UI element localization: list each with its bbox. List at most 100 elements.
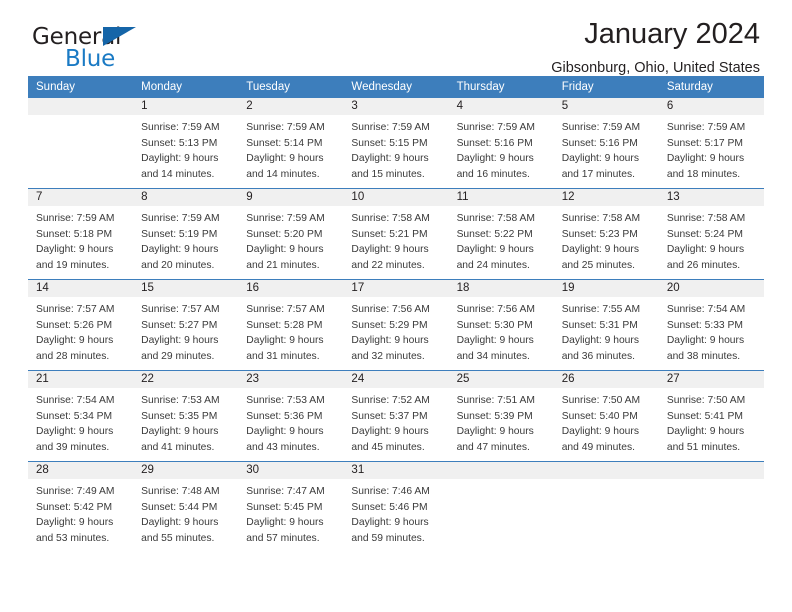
day-number: 11 — [448, 189, 554, 206]
sunrise-text: Sunrise: 7:47 AM — [246, 486, 325, 497]
title-block: January 2024 Gibsonburg, Ohio, United St… — [551, 18, 760, 77]
day-number: 2 — [238, 98, 344, 115]
day-number: 14 — [28, 280, 134, 297]
day-cell[interactable]: 28 Sunrise: 7:49 AM Sunset: 5:42 PM Dayligh… — [28, 461, 134, 552]
day-number: 24 — [343, 371, 449, 388]
day-cell[interactable]: 5 Sunrise: 7:59 AM Sunset: 5:16 PM Daylight… — [553, 98, 659, 189]
daylight-text-line2: and 59 minutes. — [351, 532, 425, 544]
daylight-text-line2: and 14 minutes. — [141, 168, 215, 180]
day-details: Sunrise: 7:55 AM Sunset: 5:31 PM Daylight:… — [554, 297, 659, 365]
day-details: Sunrise: 7:58 AM Sunset: 5:22 PM Daylight:… — [449, 206, 554, 274]
daylight-text-line2: and 24 minutes. — [456, 259, 530, 271]
day-cell[interactable]: 13 Sunrise: 7:58 AM Sunset: 5:24 PM Dayligh… — [658, 188, 764, 280]
day-number: 19 — [553, 280, 659, 297]
daylight-text-line2: and 32 minutes. — [351, 350, 425, 362]
day-number: 16 — [238, 280, 344, 297]
generalblue-logo[interactable]: General Blue — [32, 26, 262, 78]
daylight-text-line1: Daylight: 9 hours — [456, 244, 534, 256]
day-cell[interactable]: 31 Sunrise: 7:46 AM Sunset: 5:46 PM Dayligh… — [343, 461, 449, 552]
day-number: 10 — [343, 189, 449, 206]
day-cell[interactable]: 29 Sunrise: 7:48 AM Sunset: 5:44 PM Dayligh… — [133, 461, 239, 552]
day-cell[interactable]: 3 Sunrise: 7:59 AM Sunset: 5:15 PM Daylight… — [343, 98, 449, 189]
day-cell[interactable]: 20 Sunrise: 7:54 AM Sunset: 5:33 PM Dayligh… — [658, 279, 764, 371]
day-number: 21 — [28, 371, 134, 388]
sunset-text: Sunset: 5:16 PM — [561, 137, 638, 149]
day-cell[interactable]: 26 Sunrise: 7:50 AM Sunset: 5:40 PM Dayligh… — [553, 370, 659, 462]
day-cell[interactable]: 24 Sunrise: 7:52 AM Sunset: 5:37 PM Dayligh… — [343, 370, 449, 462]
daylight-text-line1: Daylight: 9 hours — [246, 153, 324, 165]
sunset-text: Sunset: 5:35 PM — [141, 410, 218, 422]
day-cell[interactable]: 9 Sunrise: 7:59 AM Sunset: 5:20 PM Daylight… — [238, 188, 344, 280]
day-cell[interactable]: 10 Sunrise: 7:58 AM Sunset: 5:21 PM Dayligh… — [343, 188, 449, 280]
day-details: Sunrise: 7:57 AM Sunset: 5:26 PM Daylight:… — [28, 297, 133, 365]
sunrise-text: Sunrise: 7:59 AM — [456, 122, 535, 133]
weekday-header-tuesday: Tuesday — [238, 76, 344, 98]
daylight-text-line1: Daylight: 9 hours — [36, 244, 114, 256]
daylight-text-line2: and 38 minutes. — [666, 350, 741, 362]
daylight-text-line1: Daylight: 9 hours — [456, 153, 534, 165]
weekday-header-wednesday: Wednesday — [343, 76, 449, 98]
daylight-text-line1: Daylight: 9 hours — [666, 244, 745, 256]
day-cell[interactable]: 1 Sunrise: 7:59 AM Sunset: 5:13 PM Daylight… — [133, 98, 239, 189]
day-cell[interactable]: 17 Sunrise: 7:56 AM Sunset: 5:29 PM Dayligh… — [343, 279, 449, 371]
daylight-text-line2: and 53 minutes. — [36, 532, 110, 544]
day-number: 15 — [133, 280, 239, 297]
sunset-text: Sunset: 5:42 PM — [36, 501, 113, 513]
day-cell[interactable]: 16 Sunrise: 7:57 AM Sunset: 5:28 PM Dayligh… — [238, 279, 344, 371]
sunrise-text: Sunrise: 7:59 AM — [141, 213, 220, 224]
day-details: Sunrise: 7:56 AM Sunset: 5:30 PM Daylight:… — [449, 297, 554, 365]
calendar-week-row: 7 Sunrise: 7:59 AM Sunset: 5:18 PM Daylight… — [28, 188, 764, 280]
day-cell[interactable]: 7 Sunrise: 7:59 AM Sunset: 5:18 PM Daylight… — [28, 188, 134, 280]
weekday-header-friday: Friday — [553, 76, 659, 98]
day-cell[interactable]: 6 Sunrise: 7:59 AM Sunset: 5:17 PM Daylight… — [658, 98, 764, 189]
day-details: Sunrise: 7:51 AM Sunset: 5:39 PM Daylight:… — [449, 388, 554, 456]
daylight-text-line2: and 36 minutes. — [561, 350, 635, 362]
day-number: 20 — [658, 280, 764, 297]
sunrise-text: Sunrise: 7:50 AM — [666, 395, 746, 406]
daylight-text-line1: Daylight: 9 hours — [351, 335, 429, 347]
day-cell[interactable]: 4 Sunrise: 7:59 AM Sunset: 5:16 PM Daylight… — [448, 98, 554, 189]
sunset-text: Sunset: 5:23 PM — [561, 228, 638, 240]
sunrise-text: Sunrise: 7:59 AM — [561, 122, 641, 133]
day-number: 1 — [133, 98, 239, 115]
day-details: Sunrise: 7:59 AM Sunset: 5:13 PM Daylight:… — [133, 115, 238, 183]
day-cell[interactable]: 12 Sunrise: 7:58 AM Sunset: 5:23 PM Dayligh… — [553, 188, 659, 280]
day-cell[interactable]: 2 Sunrise: 7:59 AM Sunset: 5:14 PM Daylight… — [238, 98, 344, 189]
day-details: Sunrise: 7:59 AM Sunset: 5:15 PM Daylight:… — [343, 115, 448, 183]
day-number: 23 — [238, 371, 344, 388]
daylight-text-line2: and 31 minutes. — [246, 350, 320, 362]
day-details: Sunrise: 7:59 AM Sunset: 5:16 PM Daylight:… — [449, 115, 554, 183]
day-details: Sunrise: 7:54 AM Sunset: 5:34 PM Daylight:… — [28, 388, 133, 456]
daylight-text-line1: Daylight: 9 hours — [246, 426, 324, 438]
day-cell[interactable]: 30 Sunrise: 7:47 AM Sunset: 5:45 PM Dayligh… — [238, 461, 344, 552]
day-cell[interactable]: 21 Sunrise: 7:54 AM Sunset: 5:34 PM Dayligh… — [28, 370, 134, 462]
day-number: 18 — [448, 280, 554, 297]
day-cell[interactable]: 15 Sunrise: 7:57 AM Sunset: 5:27 PM Dayligh… — [133, 279, 239, 371]
daylight-text-line1: Daylight: 9 hours — [666, 335, 745, 347]
day-cell[interactable]: 19 Sunrise: 7:55 AM Sunset: 5:31 PM Dayligh… — [553, 279, 659, 371]
day-cell[interactable]: 11 Sunrise: 7:58 AM Sunset: 5:22 PM Dayligh… — [448, 188, 554, 280]
day-cell[interactable]: 23 Sunrise: 7:53 AM Sunset: 5:36 PM Dayligh… — [238, 370, 344, 462]
sunset-text: Sunset: 5:17 PM — [666, 137, 743, 149]
daylight-text-line2: and 57 minutes. — [246, 532, 320, 544]
calendar-header-row: Sunday Monday Tuesday Wednesday Thursday… — [28, 76, 764, 98]
sunset-text: Sunset: 5:22 PM — [456, 228, 533, 240]
daylight-text-line2: and 18 minutes. — [666, 168, 741, 180]
daylight-text-line2: and 41 minutes. — [141, 441, 215, 453]
weekday-header-row: Sunday Monday Tuesday Wednesday Thursday… — [28, 76, 764, 98]
day-cell[interactable]: 18 Sunrise: 7:56 AM Sunset: 5:30 PM Dayligh… — [448, 279, 554, 371]
day-cell[interactable]: 22 Sunrise: 7:53 AM Sunset: 5:35 PM Dayligh… — [133, 370, 239, 462]
sunrise-text: Sunrise: 7:54 AM — [36, 395, 115, 406]
daylight-text-line1: Daylight: 9 hours — [456, 426, 534, 438]
day-details: Sunrise: 7:56 AM Sunset: 5:29 PM Daylight:… — [343, 297, 448, 365]
daylight-text-line1: Daylight: 9 hours — [246, 517, 324, 529]
day-cell[interactable]: 27 Sunrise: 7:50 AM Sunset: 5:41 PM Dayligh… — [658, 370, 764, 462]
logo-flag-icon — [103, 27, 136, 46]
day-cell[interactable]: 14 Sunrise: 7:57 AM Sunset: 5:26 PM Dayligh… — [28, 279, 134, 371]
day-cell[interactable]: 8 Sunrise: 7:59 AM Sunset: 5:19 PM Daylight… — [133, 188, 239, 280]
day-number: 7 — [28, 189, 134, 206]
day-cell[interactable]: 25 Sunrise: 7:51 AM Sunset: 5:39 PM Dayligh… — [448, 370, 554, 462]
daylight-text-line2: and 15 minutes. — [351, 168, 425, 180]
sunrise-text: Sunrise: 7:58 AM — [456, 213, 535, 224]
daylight-text-line2: and 47 minutes. — [456, 441, 530, 453]
